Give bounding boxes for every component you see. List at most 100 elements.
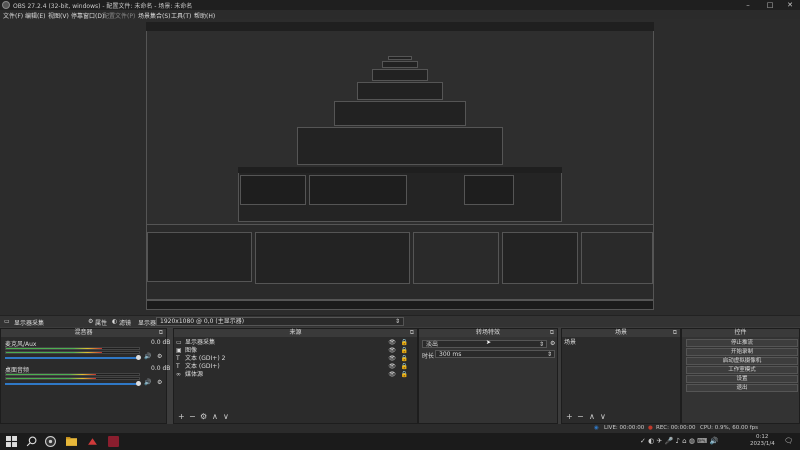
volume-slider[interactable] (5, 357, 138, 359)
windows-start-icon[interactable] (6, 436, 17, 447)
dock-float-icon[interactable]: ⧉ (159, 329, 163, 337)
lock-icon[interactable]: 🔒 (401, 355, 408, 363)
display-select-value: 1920x1080 @ 0,0 (主显示器) (160, 318, 245, 325)
eye-icon[interactable]: 👁 (388, 363, 396, 371)
source-item[interactable]: ▣ 图像 👁 🔒 (176, 347, 414, 355)
volume-slider[interactable] (5, 383, 138, 385)
display-capture-icon: ▭ (4, 318, 10, 325)
transition-select[interactable]: 淡出 ⇕ (422, 340, 547, 348)
nested-level-4 (334, 101, 466, 126)
lock-icon[interactable]: 🔒 (401, 371, 408, 379)
title-bar: OBS 27.2.4 (32-bit, windows) - 配置文件: 未命名… (0, 0, 800, 10)
gear-icon[interactable]: ⚙ (157, 353, 162, 360)
spin-arrows-icon: ⇕ (546, 351, 552, 358)
scenes-dock-title: 场景 (614, 329, 627, 336)
close-button[interactable]: ✕ (780, 0, 800, 10)
gear-icon[interactable]: ⚙ (157, 379, 162, 386)
source-toolbar: ▭ 显示器采集 ⚙ 属性 ◐ 滤镜 显示器： 1920x1080 @ 0,0 (… (0, 315, 800, 327)
display-select[interactable]: 1920x1080 @ 0,0 (主显示器) ⇕ (156, 317, 404, 326)
move-up-button[interactable]: ∧ (212, 412, 218, 421)
sources-dock-title: 来源 (289, 329, 302, 336)
volume-slider-handle[interactable] (136, 355, 141, 360)
nested-sources (255, 232, 410, 284)
scene-label: 场景 (564, 339, 577, 346)
mouse-cursor-icon: ➤ (486, 339, 492, 346)
preview-canvas[interactable] (0, 19, 800, 315)
obs-logo-icon (2, 1, 10, 9)
search-icon[interactable] (26, 436, 37, 447)
app-red-icon[interactable] (87, 436, 98, 447)
remove-source-button[interactable]: − (189, 412, 196, 421)
rec-time: REC: 00:00:00 (656, 425, 696, 431)
gear-icon: ⚙ (88, 318, 94, 325)
exit-button[interactable]: 退出 (686, 384, 798, 392)
dock-float-icon[interactable]: ⧉ (673, 329, 677, 337)
speaker-icon[interactable]: 🔊 (144, 353, 151, 360)
move-down-button[interactable]: ∨ (223, 412, 229, 421)
scene-item[interactable]: 场景 (564, 339, 679, 347)
remove-scene-button[interactable]: − (577, 412, 584, 421)
source-item[interactable]: ∞ 媒体源 👁 🔒 (176, 371, 414, 379)
scenes-dock: 场景 ⧉ 场景 + − ∧ ∨ (561, 328, 681, 424)
source-label: 图像 (185, 347, 198, 354)
start-virtual-camera-button[interactable]: 启动虚拟摄像机 (686, 357, 798, 365)
eye-icon[interactable]: 👁 (388, 371, 396, 379)
gear-icon[interactable]: ⚙ (550, 340, 555, 347)
lock-icon[interactable]: 🔒 (401, 363, 408, 371)
nested-level-2-title (238, 167, 562, 173)
add-source-button[interactable]: + (178, 412, 185, 421)
maximize-button[interactable]: □ (760, 0, 780, 10)
move-down-button[interactable]: ∨ (600, 412, 606, 421)
volume-slider-handle[interactable] (136, 381, 141, 386)
nested-scenes (502, 232, 578, 284)
nested-controls (581, 232, 653, 284)
source-label: 媒体源 (185, 371, 204, 378)
studio-mode-button[interactable]: 工作室模式 (686, 366, 798, 374)
volume-meter-fill (6, 378, 97, 379)
settings-button[interactable]: 设置 (686, 375, 798, 383)
nested-title-bar (146, 22, 654, 31)
image-icon: ▣ (176, 347, 182, 354)
mixer-channel-db: 0.0 dB (151, 365, 171, 372)
start-recording-button[interactable]: 开始录制 (686, 348, 798, 356)
lock-icon[interactable]: 🔒 (401, 347, 408, 355)
mixer-channel-db: 0.0 dB (151, 339, 171, 346)
dock-float-icon[interactable]: ⧉ (410, 329, 414, 337)
duration-value: 300 ms (439, 351, 462, 358)
filters-button[interactable]: 滤镜 (119, 318, 131, 327)
mixer-dock-title: 混音器 (74, 329, 93, 336)
dock-float-icon[interactable]: ⧉ (550, 329, 554, 337)
transitions-dock-header: 转场特效 ⧉ (419, 329, 557, 337)
filter-icon: ◐ (112, 318, 118, 325)
volume-meter-fill (6, 348, 102, 349)
nested-level-2-scenes (464, 175, 514, 205)
minimize-button[interactable]: – (738, 0, 758, 10)
volume-meter-fill (6, 352, 102, 353)
tray-icons[interactable]: ✓ ◐ ✈ 🎤 ♪ ⌂ ◍ ⌨ 🔊 (640, 437, 718, 445)
cpu-fps: CPU: 0.9%, 60.00 fps (700, 425, 759, 431)
add-scene-button[interactable]: + (566, 412, 573, 421)
source-item[interactable]: T 文本 (GDI+) 👁 🔒 (176, 363, 414, 371)
notification-icon[interactable]: 🗨 (784, 437, 793, 445)
monitor-icon: ▭ (176, 339, 182, 346)
chevron-down-icon: ⇕ (538, 341, 544, 348)
eye-icon[interactable]: 👁 (388, 355, 396, 363)
duration-label: 时长 (422, 353, 435, 360)
lock-icon[interactable]: 🔒 (401, 339, 408, 347)
stop-streaming-button[interactable]: 停止推流 (686, 339, 798, 347)
file-explorer-icon[interactable] (66, 436, 77, 447)
eye-icon[interactable]: 👁 (388, 339, 396, 347)
obs-app-icon[interactable] (45, 436, 56, 447)
sources-dock-header: 来源 ⧉ (174, 329, 417, 337)
nested-taskbar (146, 300, 654, 310)
app-maroon-icon[interactable] (108, 436, 119, 447)
duration-spinbox[interactable]: 300 ms ⇕ (435, 350, 555, 358)
source-item[interactable]: ▭ 显示器采集 👁 🔒 (176, 339, 414, 347)
source-properties-button[interactable]: ⚙ (200, 412, 207, 421)
source-item[interactable]: T 文本 (GDI+) 2 👁 🔒 (176, 355, 414, 363)
text-icon: T (176, 363, 180, 370)
speaker-icon[interactable]: 🔊 (144, 379, 151, 386)
move-up-button[interactable]: ∧ (589, 412, 595, 421)
eye-icon[interactable]: 👁 (388, 347, 396, 355)
properties-button[interactable]: 属性 (95, 318, 107, 327)
